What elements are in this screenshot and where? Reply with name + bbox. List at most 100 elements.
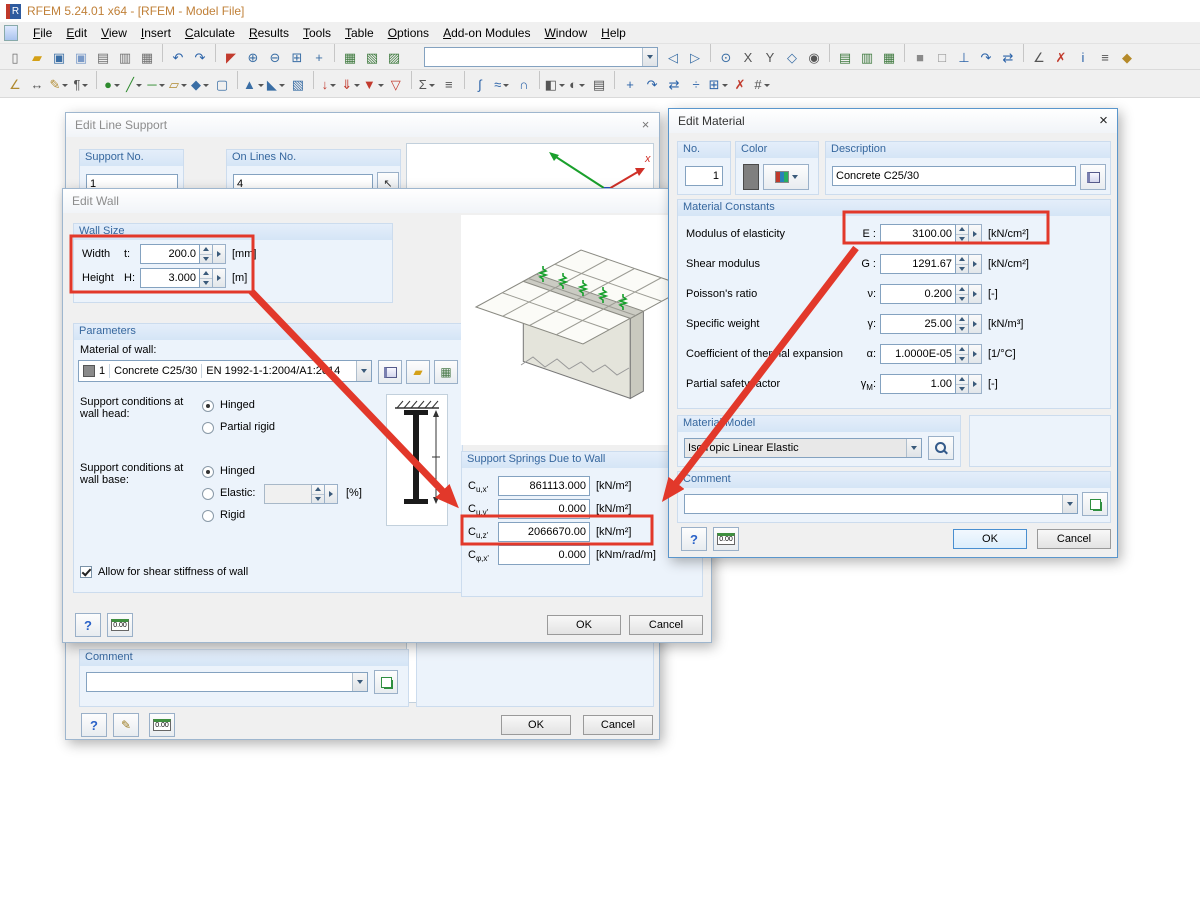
spinner[interactable]	[956, 374, 969, 394]
menu-view[interactable]: View	[94, 23, 134, 43]
color-swatch[interactable]	[743, 164, 759, 190]
menu-window[interactable]: Window	[537, 23, 594, 43]
guide-corner-icon[interactable]: ◤	[221, 48, 241, 68]
spinner[interactable]	[956, 284, 969, 304]
full-view-icon[interactable]: ◆	[1117, 48, 1137, 68]
description-input[interactable]: Concrete C25/30	[832, 166, 1076, 186]
deformation-icon[interactable]: ∩	[514, 75, 534, 95]
open-model-icon[interactable]: ▰	[27, 48, 47, 68]
load-case-icon[interactable]: Σ	[417, 75, 437, 95]
camera-icon[interactable]: ◉	[804, 48, 824, 68]
save-all-icon[interactable]: ▣	[71, 48, 91, 68]
help-button[interactable]: ?	[681, 527, 707, 551]
undo-icon[interactable]: ↶	[168, 48, 188, 68]
edit-wall-titlebar[interactable]: Edit Wall	[63, 189, 711, 213]
thermal-expansion-input[interactable]: 1.0000E-05	[880, 344, 956, 364]
menu-insert[interactable]: Insert	[134, 23, 178, 43]
ok-button[interactable]: OK	[547, 615, 621, 635]
rotate-icon[interactable]: ↷	[642, 75, 662, 95]
member-load-icon[interactable]: ⇓	[341, 75, 361, 95]
node-icon[interactable]: ●	[102, 75, 122, 95]
table-layout-icon[interactable]: ▤	[835, 48, 855, 68]
user-profile-icon[interactable]: ▤	[589, 75, 609, 95]
menu-edit[interactable]: Edit	[59, 23, 94, 43]
menu-tools[interactable]: Tools	[296, 23, 338, 43]
spring-cuy-input[interactable]: 0.000	[498, 499, 590, 519]
chevron-down-icon[interactable]	[642, 48, 657, 66]
axes-x-icon[interactable]: X	[738, 48, 758, 68]
specific-weight-input[interactable]: 25.00	[880, 314, 956, 334]
decimal-places-button[interactable]: 0.00	[713, 527, 739, 551]
axes-y-icon[interactable]: Y	[760, 48, 780, 68]
divide-icon[interactable]: ÷	[686, 75, 706, 95]
zoom-out-icon[interactable]: ⊖	[265, 48, 285, 68]
spinner[interactable]	[956, 314, 969, 334]
spring-cuz-input[interactable]: 2066670.00	[498, 522, 590, 542]
forward-view-icon[interactable]: ▷	[685, 48, 705, 68]
material-library-button[interactable]	[1080, 164, 1106, 190]
free-load-icon[interactable]: ▽	[386, 75, 406, 95]
redo-icon[interactable]: ↷	[190, 48, 210, 68]
settings-icon[interactable]: ≡	[1095, 48, 1115, 68]
head-partial-rigid-radio[interactable]	[202, 422, 214, 434]
width-spinner[interactable]	[200, 244, 213, 264]
nodal-support-icon[interactable]: ▲	[243, 75, 264, 95]
menu-table[interactable]: Table	[338, 23, 381, 43]
mirror-icon[interactable]: ⇄	[664, 75, 684, 95]
chevron-down-icon[interactable]	[906, 439, 921, 457]
menu-calculate[interactable]: Calculate	[178, 23, 242, 43]
guideline-icon[interactable]: ∠	[5, 75, 25, 95]
edit-material-button[interactable]: ▦	[434, 360, 458, 384]
show-tables-icon[interactable]: ▦	[340, 48, 360, 68]
member-icon[interactable]: ─	[146, 75, 166, 95]
base-rigid-radio[interactable]	[202, 510, 214, 522]
nodal-load-icon[interactable]: ↓	[319, 75, 339, 95]
material-library-button[interactable]	[378, 360, 402, 384]
comment-combo[interactable]	[86, 672, 368, 692]
close-icon[interactable]: ×	[637, 116, 654, 133]
comment-tool-icon[interactable]: ¶	[71, 75, 91, 95]
zoom-window-icon[interactable]: ⊞	[287, 48, 307, 68]
line-support-icon[interactable]: ◣	[266, 75, 286, 95]
elastic-percent-input[interactable]	[264, 484, 312, 504]
render-solid-icon[interactable]: ■	[910, 48, 930, 68]
surface-support-icon[interactable]: ▧	[288, 75, 308, 95]
comment-copy-button[interactable]	[1082, 492, 1108, 516]
mirror-view-icon[interactable]: ⇄	[998, 48, 1018, 68]
color-picker-button[interactable]	[763, 164, 809, 190]
edit-material-titlebar[interactable]: Edit Material	[669, 109, 1117, 133]
dimension-icon[interactable]: ↔	[27, 75, 47, 95]
partial-safety-factor-input[interactable]: 1.00	[880, 374, 956, 394]
head-hinged-radio[interactable]	[202, 400, 214, 412]
combinations-icon[interactable]: ≡	[439, 75, 459, 95]
print-icon[interactable]: ▤	[93, 48, 113, 68]
annotation-icon[interactable]: ✎	[49, 75, 69, 95]
back-view-icon[interactable]: ◁	[663, 48, 683, 68]
comment-copy-button[interactable]	[374, 670, 398, 694]
ok-button[interactable]: OK	[501, 715, 571, 735]
shear-stiffness-checkbox[interactable]	[80, 566, 92, 578]
elastic-detail-button[interactable]	[325, 484, 338, 504]
height-detail-button[interactable]	[213, 268, 226, 288]
cancel-button[interactable]: Cancel	[583, 715, 653, 735]
menu-addon-modules[interactable]: Add-on Modules	[436, 23, 537, 43]
elastic-spinner[interactable]	[312, 484, 325, 504]
detail-button[interactable]	[969, 314, 982, 334]
delete-icon[interactable]: ✗	[730, 75, 750, 95]
isometric-view-icon[interactable]: ◇	[782, 48, 802, 68]
menu-results[interactable]: Results	[242, 23, 296, 43]
ok-button[interactable]: OK	[953, 529, 1027, 549]
printout-report-icon[interactable]: ▦	[137, 48, 157, 68]
menu-help[interactable]: Help	[594, 23, 633, 43]
spinner[interactable]	[956, 254, 969, 274]
decimal-places-button[interactable]: 0.00	[107, 613, 133, 637]
pan-icon[interactable]: +	[309, 48, 329, 68]
save-icon[interactable]: ▣	[49, 48, 69, 68]
info-icon[interactable]: i	[1073, 48, 1093, 68]
decimal-places-button[interactable]: 0.00	[149, 713, 175, 737]
view-combo[interactable]	[424, 47, 658, 67]
detail-button[interactable]	[969, 344, 982, 364]
detail-button[interactable]	[969, 254, 982, 274]
edit-line-support-titlebar[interactable]: Edit Line Support	[66, 113, 659, 137]
poisson-ratio-input[interactable]: 0.200	[880, 284, 956, 304]
